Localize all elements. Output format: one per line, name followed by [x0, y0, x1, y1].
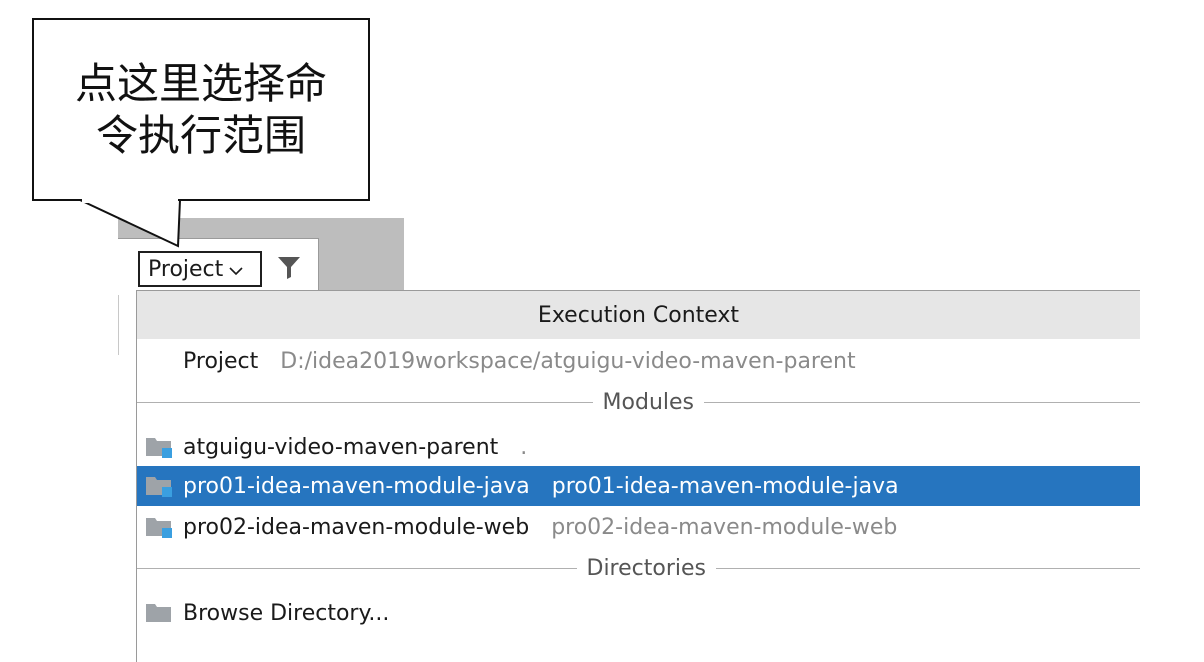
project-label: Project [183, 348, 259, 374]
module-hint: pro02-idea-maven-module-web [551, 514, 898, 540]
panel-edge [118, 295, 119, 355]
module-name: pro01-idea-maven-module-java [183, 473, 530, 499]
callout-pointer [79, 199, 182, 248]
module-item[interactable]: pro02-idea-maven-module-web pro02-idea-m… [137, 507, 1140, 547]
module-item[interactable]: atguigu-video-maven-parent . [137, 427, 1140, 467]
module-folder-icon [145, 514, 175, 540]
scope-dropdown-label: Project [148, 256, 224, 282]
directories-separator: Directories [137, 553, 1140, 583]
popup-title: Execution Context [137, 291, 1140, 339]
modules-header: Modules [602, 389, 694, 415]
callout-line-2: 令执行范围 [95, 110, 306, 160]
module-hint: pro01-idea-maven-module-java [551, 473, 899, 499]
project-path: D:/idea2019workspace/atguigu-video-maven… [280, 348, 856, 374]
directories-header: Directories [586, 555, 707, 581]
chevron-down-icon [229, 257, 243, 282]
project-row[interactable]: Project D:/idea2019workspace/atguigu-vid… [137, 341, 1140, 381]
module-hint: . [520, 434, 528, 460]
module-item-selected[interactable]: pro01-idea-maven-module-java pro01-idea-… [137, 466, 1140, 506]
execution-context-popup: Execution Context Project D:/idea2019wor… [136, 290, 1140, 662]
folder-icon [145, 600, 175, 626]
scope-dropdown[interactable]: Project [138, 251, 262, 287]
callout-line-1: 点这里选择命 [74, 58, 327, 108]
module-name: pro02-idea-maven-module-web [183, 514, 530, 540]
browse-directory-label: Browse Directory... [183, 600, 390, 626]
modules-separator: Modules [137, 387, 1140, 417]
module-folder-icon [145, 434, 175, 460]
filter-icon [276, 254, 302, 284]
callout-bubble: 点这里选择命 令执行范围 [32, 18, 370, 201]
module-folder-icon [145, 473, 175, 499]
module-name: atguigu-video-maven-parent [183, 434, 499, 460]
browse-directory-item[interactable]: Browse Directory... [137, 593, 1140, 633]
filter-button[interactable] [272, 253, 306, 285]
